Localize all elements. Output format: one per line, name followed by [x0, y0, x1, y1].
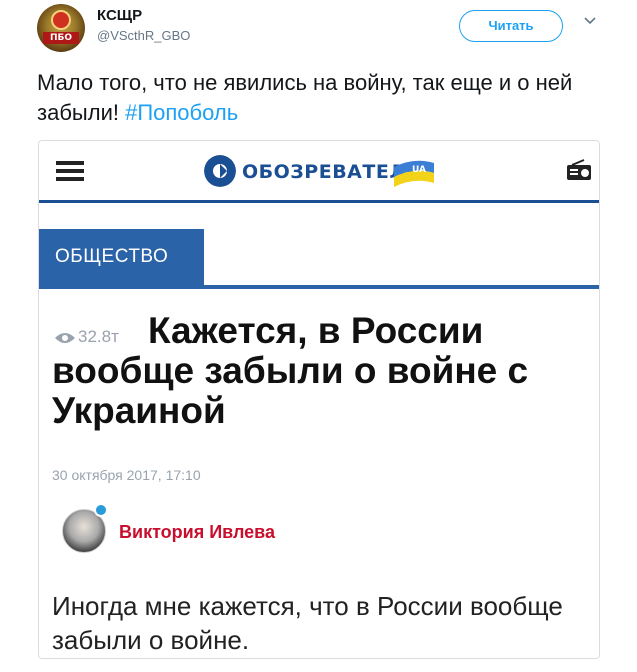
profile-avatar[interactable]: ПБО: [37, 4, 85, 52]
site-logo: ОБОЗРЕВАТЕЛЬ UA: [204, 151, 444, 191]
header-divider: [39, 200, 599, 203]
globe-logo-icon: [204, 155, 236, 187]
follow-button[interactable]: Читать: [459, 10, 563, 42]
article-headline: Кажется, в России вообще забыли о войне …: [52, 311, 597, 431]
verified-badge-icon: [94, 503, 108, 517]
site-header: ОБОЗРЕВАТЕЛЬ UA: [39, 141, 599, 203]
author-handle[interactable]: @VScthR_GBO: [97, 28, 190, 43]
ua-flag-badge: UA: [394, 160, 434, 187]
article-date: 30 октября 2017, 17:10: [52, 467, 201, 483]
hamburger-menu-icon: [56, 161, 84, 181]
avatar-label: ПБО: [43, 32, 79, 44]
chevron-down-icon[interactable]: [583, 14, 597, 28]
tweet-body: Мало того, что не явились на войну, так …: [37, 70, 573, 125]
article-lead: Иногда мне кажется, что в России вообще …: [52, 591, 563, 655]
section-divider: [39, 285, 599, 289]
radio-icon: [567, 159, 591, 180]
hashtag-link[interactable]: #Попоболь: [125, 100, 238, 125]
headline-text: Кажется, в России вообще забыли о войне …: [52, 310, 529, 431]
tweet-media-image[interactable]: ОБОЗРЕВАТЕЛЬ UA ОБЩЕСТВО 32.8т Кажется, …: [38, 140, 600, 659]
section-tab: ОБЩЕСТВО: [39, 229, 204, 285]
site-badge-text: UA: [412, 165, 426, 175]
tweet-text: Мало того, что не явились на войну, так …: [37, 68, 617, 128]
author-name[interactable]: КСЩР: [97, 7, 142, 24]
emblem-icon: [51, 10, 71, 30]
tweet-header: ПБО КСЩР @VScthR_GBO Читать: [0, 0, 637, 60]
article-author: Виктория Ивлева: [119, 522, 276, 542]
